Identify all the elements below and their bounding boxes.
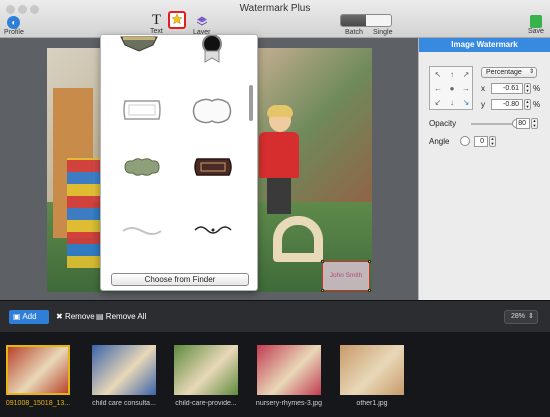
resize-handle[interactable] bbox=[368, 260, 371, 263]
picker-scrollbar[interactable] bbox=[249, 85, 253, 121]
anchor-center-icon[interactable]: ● bbox=[445, 82, 459, 96]
zoom-value: 28% bbox=[511, 313, 526, 320]
thumbnail-label: other1.jpg bbox=[356, 400, 388, 407]
profile-icon: ◐ bbox=[7, 16, 21, 29]
single-mode-icon[interactable] bbox=[367, 15, 391, 26]
position-anchor-grid: ↖ ↑ ↗ ← ● → ↙ ↓ ↘ bbox=[429, 66, 473, 110]
save-label: Save bbox=[528, 28, 544, 35]
thumbnail-label: child-care-provide... bbox=[175, 400, 237, 407]
save-button[interactable]: Save bbox=[528, 15, 544, 35]
thumbnail-strip: 091008_15018_13... child care consulta...… bbox=[0, 332, 550, 417]
anchor-right-icon[interactable]: → bbox=[459, 82, 473, 96]
angle-dial[interactable] bbox=[460, 136, 470, 146]
x-percent-label: % bbox=[533, 84, 541, 93]
profile-label: Profile bbox=[4, 29, 24, 36]
thumbnail-image bbox=[92, 345, 156, 395]
banner-shield-template[interactable] bbox=[119, 35, 159, 55]
window-title: Watermark Plus bbox=[239, 3, 311, 14]
profile-button[interactable]: ◐ Profile bbox=[4, 16, 24, 36]
chevron-updown-icon: ⇕ bbox=[528, 313, 534, 320]
dark-flourish-template[interactable] bbox=[193, 223, 233, 239]
thumbnail-label: child care consulta... bbox=[92, 400, 156, 407]
choose-from-finder-button[interactable]: Choose from Finder bbox=[111, 273, 249, 286]
anchor-bottom-icon[interactable]: ↓ bbox=[445, 96, 459, 110]
dark-plaque-template[interactable] bbox=[193, 155, 233, 181]
trash-icon: ▤ bbox=[96, 312, 104, 321]
round-badge-template[interactable] bbox=[199, 34, 225, 65]
thumbnail[interactable] bbox=[340, 345, 404, 395]
text-tool-button[interactable]: T Text bbox=[150, 12, 163, 36]
remove-all-label: Remove All bbox=[105, 312, 147, 321]
anchor-top-icon[interactable]: ↑ bbox=[445, 68, 459, 82]
thumbnail-image bbox=[8, 347, 68, 393]
resize-handle[interactable] bbox=[321, 289, 324, 292]
position-mode-value: Percentage bbox=[486, 69, 522, 76]
anchor-top-left-icon[interactable]: ↖ bbox=[431, 68, 445, 82]
ornate-frame-template[interactable] bbox=[121, 97, 163, 125]
batch-single-toggle[interactable] bbox=[340, 14, 392, 27]
position-mode-select[interactable]: Percentage ⇕ bbox=[481, 67, 537, 78]
x-icon: ✖ bbox=[56, 312, 63, 321]
angle-label: Angle bbox=[429, 137, 450, 146]
layer-icon bbox=[193, 15, 211, 29]
anchor-left-icon[interactable]: ← bbox=[431, 82, 445, 96]
angle-stepper[interactable]: ▲ ▼ bbox=[489, 136, 496, 147]
add-button[interactable]: ▣ Add bbox=[9, 310, 49, 324]
add-label: Add bbox=[22, 312, 37, 321]
thumbnail-image bbox=[174, 345, 238, 395]
thumbnail[interactable] bbox=[6, 345, 70, 395]
layer-tool-button[interactable]: Layer bbox=[193, 15, 211, 36]
watermark-text: John Smith bbox=[329, 272, 363, 279]
remove-all-button[interactable]: ▤ Remove All bbox=[92, 310, 150, 324]
remove-label: Remove bbox=[64, 312, 95, 321]
batch-label: Batch bbox=[345, 29, 363, 36]
x-offset-field[interactable]: -0.61 bbox=[491, 83, 523, 94]
thumbnail[interactable] bbox=[92, 345, 156, 395]
y-percent-label: % bbox=[533, 100, 541, 109]
opacity-field[interactable]: 80 bbox=[516, 118, 530, 129]
resize-handle[interactable] bbox=[321, 260, 324, 263]
watermark-picker-popover: Choose from Finder bbox=[100, 34, 258, 291]
single-label: Single bbox=[373, 29, 393, 36]
cloud-label-template[interactable] bbox=[121, 157, 163, 179]
y-offset-stepper[interactable]: ▲ ▼ bbox=[524, 99, 531, 110]
toolbar: Watermark Plus ◐ Profile T Text Layer Ba… bbox=[0, 0, 550, 38]
thumbnail-image bbox=[340, 345, 404, 395]
anchor-bottom-right-icon[interactable]: ↘ bbox=[459, 96, 473, 110]
y-label: y bbox=[481, 100, 485, 109]
decorative-frame-template[interactable] bbox=[191, 97, 233, 127]
watermark-overlay[interactable]: John Smith bbox=[321, 260, 371, 292]
watermark-template-grid bbox=[109, 34, 247, 275]
x-offset-stepper[interactable]: ▲ ▼ bbox=[524, 83, 531, 94]
thumbnail[interactable] bbox=[174, 345, 238, 395]
save-icon bbox=[529, 15, 542, 28]
anchor-top-right-icon[interactable]: ↗ bbox=[459, 68, 473, 82]
x-label: x bbox=[481, 84, 485, 93]
chevron-updown-icon: ⇕ bbox=[528, 69, 534, 75]
light-flourish-template[interactable] bbox=[121, 225, 163, 239]
camera-icon: ▣ bbox=[13, 312, 21, 321]
zoom-select[interactable]: 28% ⇕ bbox=[504, 310, 538, 324]
file-actions-bar: ▣ Add ✖ Remove ▤ Remove All 28% ⇕ bbox=[0, 300, 550, 332]
opacity-stepper[interactable]: ▲ ▼ bbox=[531, 118, 538, 129]
star-icon bbox=[168, 11, 186, 29]
batch-mode-icon[interactable] bbox=[341, 15, 366, 26]
watermark-settings-panel: Image Watermark ↖ ↑ ↗ ← ● → ↙ ↓ ↘ Percen… bbox=[418, 38, 550, 300]
anchor-bottom-left-icon[interactable]: ↙ bbox=[431, 96, 445, 110]
image-watermark-button[interactable] bbox=[168, 11, 186, 29]
panel-title: Image Watermark bbox=[419, 38, 550, 52]
thumbnail-label: nursery-rhymes-3.jpg bbox=[255, 400, 323, 407]
angle-field[interactable]: 0 bbox=[474, 136, 488, 147]
y-offset-field[interactable]: -0.80 bbox=[491, 99, 523, 110]
thumbnail-image bbox=[257, 345, 321, 395]
thumbnail-label: 091008_15018_13... bbox=[5, 400, 71, 407]
text-icon: T bbox=[151, 12, 161, 28]
opacity-label: Opacity bbox=[429, 119, 457, 128]
thumbnail[interactable] bbox=[257, 345, 321, 395]
resize-handle[interactable] bbox=[368, 289, 371, 292]
